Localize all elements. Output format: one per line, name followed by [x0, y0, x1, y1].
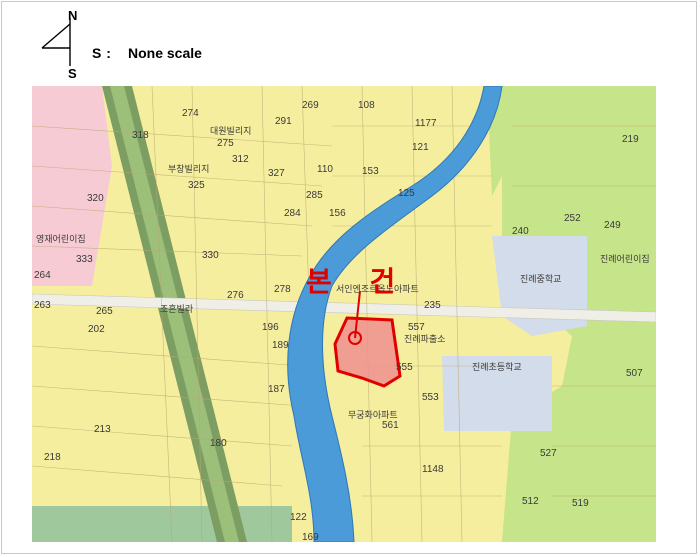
svg-text:대원빌리지: 대원빌리지 [210, 126, 251, 136]
svg-text:327: 327 [268, 168, 285, 179]
svg-text:부창빌리지: 부창빌리지 [168, 164, 209, 174]
svg-text:507: 507 [626, 368, 643, 379]
svg-text:108: 108 [358, 100, 375, 111]
svg-text:1148: 1148 [422, 464, 444, 475]
svg-text:249: 249 [604, 220, 621, 231]
south-label: S [68, 66, 77, 81]
svg-text:330: 330 [202, 250, 219, 261]
svg-text:189: 189 [272, 340, 289, 351]
svg-text:영재어린이집: 영재어린이집 [36, 233, 86, 244]
svg-text:196: 196 [262, 322, 279, 333]
scale-key: S : [92, 45, 112, 61]
svg-text:318: 318 [132, 130, 149, 141]
cadastral-map[interactable]: 274 269 108 1177 318 291 275 312 327 110 153 121 … [32, 86, 656, 542]
svg-text:187: 187 [268, 384, 285, 395]
svg-text:555: 555 [396, 362, 413, 373]
subject-label: 본 건 [306, 265, 410, 298]
svg-text:235: 235 [424, 300, 441, 311]
svg-text:진례초등학교: 진례초등학교 [472, 362, 522, 372]
svg-text:169: 169 [302, 532, 319, 542]
svg-text:561: 561 [382, 420, 399, 431]
svg-text:진례어린이집: 진례어린이집 [600, 253, 650, 264]
svg-text:125: 125 [398, 188, 415, 199]
svg-text:276: 276 [227, 290, 244, 301]
svg-text:284: 284 [284, 208, 301, 219]
svg-text:156: 156 [329, 208, 346, 219]
svg-text:265: 265 [96, 306, 113, 317]
svg-text:325: 325 [188, 180, 205, 191]
svg-text:153: 153 [362, 166, 379, 177]
svg-text:285: 285 [306, 190, 323, 201]
svg-text:202: 202 [88, 324, 105, 335]
svg-text:122: 122 [290, 512, 307, 523]
svg-text:263: 263 [34, 300, 51, 311]
svg-text:264: 264 [34, 270, 51, 281]
svg-text:519: 519 [572, 498, 589, 509]
svg-text:1177: 1177 [415, 118, 437, 129]
svg-text:252: 252 [564, 213, 581, 224]
svg-text:110: 110 [317, 164, 333, 175]
svg-text:조흔빌라: 조흔빌라 [160, 303, 194, 314]
svg-text:275: 275 [217, 138, 234, 149]
svg-text:333: 333 [76, 254, 93, 265]
svg-text:527: 527 [540, 448, 557, 459]
svg-text:121: 121 [412, 142, 429, 153]
svg-text:320: 320 [87, 193, 104, 204]
svg-text:218: 218 [44, 452, 61, 463]
map-canvas: 274269 1081177 318291275312 327 110 153121 … [32, 86, 656, 542]
svg-text:557: 557 [408, 322, 425, 333]
svg-text:291: 291 [275, 116, 292, 127]
svg-text:274: 274 [182, 108, 199, 119]
svg-text:512: 512 [522, 496, 539, 507]
svg-text:312: 312 [232, 154, 249, 165]
svg-text:553: 553 [422, 392, 439, 403]
svg-text:278: 278 [274, 284, 291, 295]
svg-text:240: 240 [512, 226, 529, 237]
scale-value: None scale [128, 45, 202, 61]
svg-text:219: 219 [622, 134, 639, 145]
svg-text:269: 269 [302, 100, 319, 111]
svg-text:180: 180 [210, 438, 227, 449]
svg-text:진례파출소: 진례파출소 [404, 334, 445, 344]
north-arrow-icon [41, 18, 71, 66]
svg-text:213: 213 [94, 424, 111, 435]
svg-text:무궁화아파트: 무궁화아파트 [348, 410, 398, 420]
svg-text:진례중학교: 진례중학교 [520, 274, 561, 284]
